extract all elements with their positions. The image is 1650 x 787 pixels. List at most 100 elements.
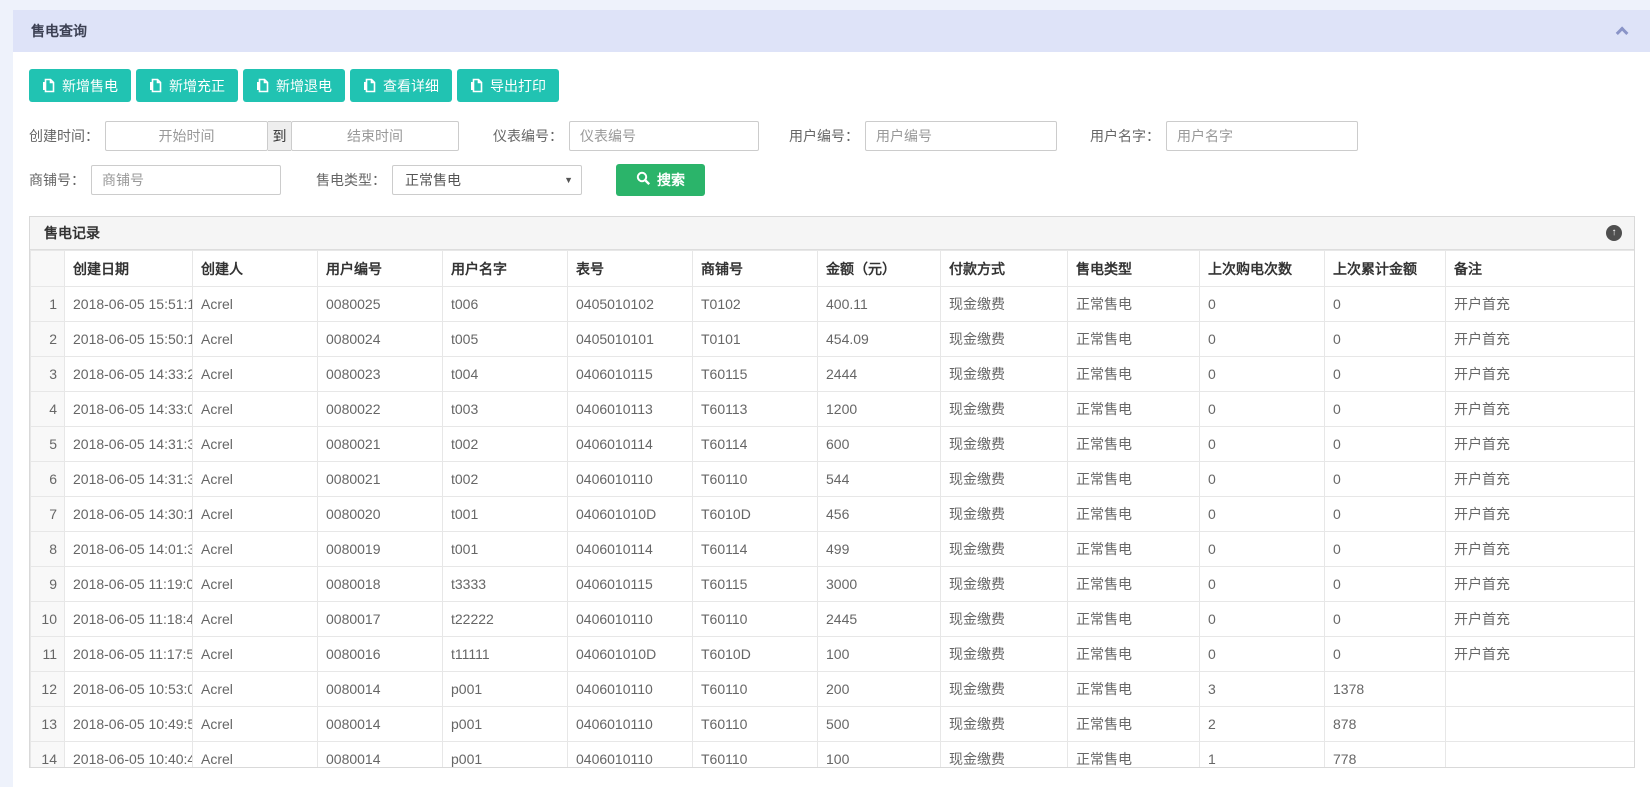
user-no-input[interactable] <box>865 121 1057 151</box>
table-cell: T60115 <box>693 567 818 602</box>
add-sale-button[interactable]: 新增售电 <box>29 69 131 102</box>
table-cell: 开户首充 <box>1446 392 1635 427</box>
column-header-payment-method: 付款方式 <box>941 251 1068 287</box>
table-cell: T60115 <box>693 357 818 392</box>
user-name-input[interactable] <box>1166 121 1358 151</box>
table-cell: Acrel <box>193 742 318 769</box>
table-row[interactable]: 42018-06-05 14:33:0Acrel0080022t00304060… <box>31 392 1635 427</box>
table-row[interactable]: 92018-06-05 11:19:0Acrel0080018t33330406… <box>31 567 1635 602</box>
table-cell: 0 <box>1325 287 1446 322</box>
table-cell: 0405010101 <box>568 322 693 357</box>
table-cell: 2018-06-05 14:31:3 <box>65 462 193 497</box>
table-cell: 2 <box>1200 707 1325 742</box>
page-background-top <box>0 0 1650 10</box>
table-cell: 0080014 <box>318 672 443 707</box>
table-cell: 开户首充 <box>1446 287 1635 322</box>
table-cell: Acrel <box>193 707 318 742</box>
table-cell <box>1446 672 1635 707</box>
add-refund-button[interactable]: 新增退电 <box>243 69 345 102</box>
sale-type-label: 售电类型： <box>316 170 386 190</box>
arrow-up-circle-icon[interactable]: ↑ <box>1606 225 1622 241</box>
table-row[interactable]: 62018-06-05 14:31:3Acrel0080021t00204060… <box>31 462 1635 497</box>
table-cell: T60110 <box>693 707 818 742</box>
table-row[interactable]: 72018-06-05 14:30:1Acrel0080020t00104060… <box>31 497 1635 532</box>
table-cell: Acrel <box>193 532 318 567</box>
table-cell: Acrel <box>193 602 318 637</box>
row-index-cell: 12 <box>31 672 65 707</box>
table-row[interactable]: 132018-06-05 10:49:5Acrel0080014p0010406… <box>31 707 1635 742</box>
table-cell: 100 <box>818 742 941 769</box>
table-cell: 开户首充 <box>1446 427 1635 462</box>
table-row[interactable]: 32018-06-05 14:33:2Acrel0080023t00404060… <box>31 357 1635 392</box>
table-cell: 0 <box>1200 602 1325 637</box>
view-detail-button[interactable]: 查看详细 <box>350 69 452 102</box>
table-cell: t003 <box>443 392 568 427</box>
table-cell: 0 <box>1200 322 1325 357</box>
table-cell: 2018-06-05 15:51:1 <box>65 287 193 322</box>
table-cell: t004 <box>443 357 568 392</box>
table-row[interactable]: 12018-06-05 15:51:1Acrel0080025t00604050… <box>31 287 1635 322</box>
table-cell: 正常售电 <box>1068 392 1200 427</box>
end-time-input[interactable] <box>291 121 459 151</box>
table-cell: 500 <box>818 707 941 742</box>
table-cell: 开户首充 <box>1446 567 1635 602</box>
row-index-cell: 6 <box>31 462 65 497</box>
collapse-chevron-up-icon[interactable] <box>1616 26 1629 39</box>
table-cell: 0406010110 <box>568 742 693 769</box>
table-row[interactable]: 112018-06-05 11:17:5Acrel0080016t1111104… <box>31 637 1635 672</box>
table-cell <box>1446 707 1635 742</box>
table-cell: 现金缴费 <box>941 602 1068 637</box>
table-row[interactable]: 22018-06-05 15:50:1Acrel0080024t00504050… <box>31 322 1635 357</box>
row-index-cell: 11 <box>31 637 65 672</box>
table-cell: 0 <box>1200 532 1325 567</box>
table-cell: 开户首充 <box>1446 322 1635 357</box>
table-row[interactable]: 82018-06-05 14:01:3Acrel0080019t00104060… <box>31 532 1635 567</box>
table-header-row: 创建日期 创建人 用户编号 用户名字 表号 商铺号 金额（元） 付款方式 售电类… <box>31 251 1635 287</box>
table-row[interactable]: 142018-06-05 10:40:4Acrel0080014p0010406… <box>31 742 1635 769</box>
page-background-left <box>0 0 13 787</box>
sale-type-selected-value: 正常售电 <box>405 170 461 190</box>
table-row[interactable]: 122018-06-05 10:53:0Acrel0080014p0010406… <box>31 672 1635 707</box>
sale-records-table: 创建日期 创建人 用户编号 用户名字 表号 商铺号 金额（元） 付款方式 售电类… <box>30 250 1635 768</box>
row-index-cell: 14 <box>31 742 65 769</box>
row-index-cell: 2 <box>31 322 65 357</box>
table-cell: 开户首充 <box>1446 532 1635 567</box>
table-cell: t001 <box>443 532 568 567</box>
panel-title: 售电记录 <box>44 223 100 243</box>
export-print-button[interactable]: 导出打印 <box>457 69 559 102</box>
table-cell: T0102 <box>693 287 818 322</box>
table-cell: 0080018 <box>318 567 443 602</box>
table-cell: 0 <box>1325 357 1446 392</box>
table-cell: 0 <box>1325 497 1446 532</box>
meter-no-input[interactable] <box>569 121 759 151</box>
table-cell: 1200 <box>818 392 941 427</box>
user-name-label: 用户名字： <box>1090 126 1160 146</box>
row-index-cell: 8 <box>31 532 65 567</box>
table-cell: 544 <box>818 462 941 497</box>
table-cell: 2018-06-05 14:30:1 <box>65 497 193 532</box>
search-button-label: 搜索 <box>657 170 685 190</box>
shop-no-input[interactable] <box>91 165 281 195</box>
column-header-create-date: 创建日期 <box>65 251 193 287</box>
table-cell: 0080017 <box>318 602 443 637</box>
search-button[interactable]: 搜索 <box>616 164 705 196</box>
table-cell: Acrel <box>193 357 318 392</box>
table-cell: 040601010D <box>568 637 693 672</box>
table-cell: 正常售电 <box>1068 462 1200 497</box>
sale-type-select[interactable]: 正常售电 ▼ <box>392 165 582 195</box>
table-cell: 现金缴费 <box>941 707 1068 742</box>
user-no-label: 用户编号： <box>789 126 859 146</box>
table-cell: T6010D <box>693 497 818 532</box>
table-cell: T60114 <box>693 427 818 462</box>
table-cell: 0 <box>1325 637 1446 672</box>
table-cell: Acrel <box>193 637 318 672</box>
add-recharge-button[interactable]: 新增充正 <box>136 69 238 102</box>
table-row[interactable]: 52018-06-05 14:31:3Acrel0080021t00204060… <box>31 427 1635 462</box>
column-header-creator: 创建人 <box>193 251 318 287</box>
table-cell: t002 <box>443 462 568 497</box>
table-row[interactable]: 102018-06-05 11:18:4Acrel0080017t2222204… <box>31 602 1635 637</box>
table-cell: Acrel <box>193 392 318 427</box>
table-cell: T0101 <box>693 322 818 357</box>
table-cell: 0 <box>1325 392 1446 427</box>
start-time-input[interactable] <box>105 121 268 151</box>
